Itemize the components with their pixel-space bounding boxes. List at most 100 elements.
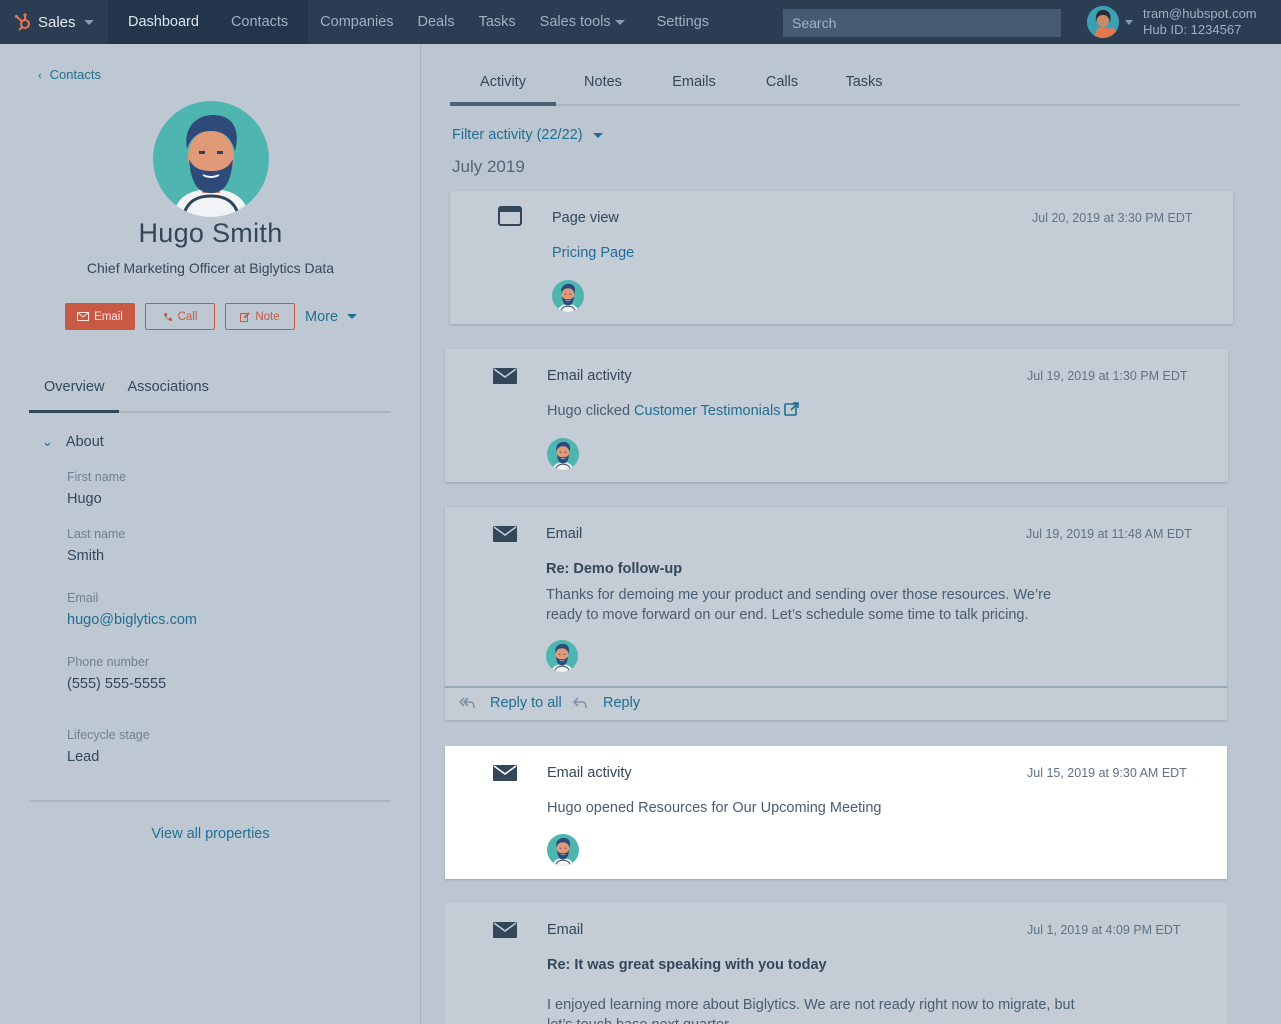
property-first-name: First name Hugo — [67, 470, 126, 507]
activity-timestamp: Jul 15, 2019 at 9:30 AM EDT — [1027, 766, 1187, 780]
property-value: Smith — [67, 548, 105, 564]
contact-job-title: Chief Marketing Officer at Biglytics Dat… — [86, 260, 335, 276]
nav-item-sales-tools[interactable]: Sales tools — [528, 0, 637, 44]
hubspot-logo-icon — [14, 13, 30, 31]
envelope-icon — [493, 922, 517, 938]
property-label: Lifecycle stage — [67, 728, 150, 742]
reply-all-icon — [459, 697, 475, 709]
avatar — [552, 280, 584, 312]
reply-to-all-button[interactable]: Reply to all — [459, 695, 562, 711]
about-section-toggle[interactable]: ⌄ About — [42, 434, 104, 450]
email-body: Thanks for demoing me your product and s… — [546, 585, 1051, 625]
chevron-down-icon — [1125, 19, 1133, 25]
view-all-properties-link[interactable]: View all properties — [0, 826, 421, 842]
back-to-contacts-link[interactable]: ‹ Contacts — [38, 67, 101, 82]
contact-tabs: Overview Associations — [29, 379, 391, 413]
nav-item-companies[interactable]: Companies — [308, 0, 405, 44]
email-body-line: Thanks for demoing me your product and s… — [546, 587, 1052, 603]
property-label: Last name — [67, 527, 126, 541]
contact-actions: Email Call Note More — [65, 303, 358, 330]
nav-items: Dashboard Contacts Companies Deals Tasks… — [108, 0, 721, 44]
activity-type: Page view — [552, 210, 619, 226]
envelope-icon — [493, 765, 517, 781]
activity-type: Email — [547, 922, 584, 938]
activity-timestamp: Jul 1, 2019 at 4:09 PM EDT — [1027, 923, 1181, 937]
tab-notes[interactable]: Notes — [556, 56, 650, 106]
tab-tasks[interactable]: Tasks — [826, 56, 902, 106]
tab-activity[interactable]: Activity — [450, 56, 556, 106]
nav-item-deals[interactable]: Deals — [406, 0, 467, 44]
contact-email-link[interactable]: hugo@biglytics.com — [67, 612, 197, 628]
activity-type: Email activity — [547, 368, 632, 384]
more-label: More — [305, 308, 339, 325]
activity-body: Hugo clicked Customer Testimonials — [547, 401, 800, 421]
contact-name: Hugo Smith — [138, 218, 283, 248]
filter-activity-dropdown[interactable]: Filter activity (22/22) — [452, 127, 603, 143]
nav-item-dashboard[interactable]: Dashboard — [108, 0, 219, 44]
call-button-label: Call — [177, 310, 198, 323]
property-last-name: Last name Smith — [67, 527, 125, 564]
email-body-line: I enjoyed learning more about Biglytics.… — [547, 997, 1075, 1013]
account-info: tram@hubspot.com Hub ID: 1234567 — [1143, 6, 1257, 38]
reply-icon — [573, 697, 587, 709]
activity-timestamp: Jul 19, 2019 at 11:48 AM EDT — [1026, 527, 1192, 541]
contact-avatar-image — [547, 834, 579, 866]
external-link-icon — [784, 402, 800, 416]
activity-tabs: Activity Notes Emails Calls Tasks — [450, 56, 1240, 106]
email-body-line: let’s touch base next quarter. — [547, 1015, 1075, 1024]
more-actions-dropdown[interactable]: More — [305, 308, 358, 325]
call-button[interactable]: Call — [145, 303, 215, 330]
tab-overview[interactable]: Overview — [29, 379, 120, 413]
avatar — [547, 834, 579, 866]
email-button[interactable]: Email — [65, 303, 135, 330]
edit-note-icon — [240, 311, 250, 322]
envelope-icon — [493, 368, 517, 384]
nav-item-tasks[interactable]: Tasks — [467, 0, 528, 44]
reply-label: Reply — [603, 695, 641, 711]
filter-activity-label: Filter activity (22/22) — [452, 127, 583, 143]
note-button-label: Note — [255, 310, 280, 323]
activity-timestamp: Jul 20, 2019 at 3:30 PM EDT — [1032, 211, 1193, 225]
chevron-down-icon — [592, 132, 603, 138]
user-avatar-icon — [1087, 6, 1119, 38]
property-lifecycle-stage: Lifecycle stage Lead — [67, 728, 150, 765]
property-label: Phone number — [67, 655, 150, 669]
nav-item-settings[interactable]: Settings — [637, 0, 721, 44]
account-menu[interactable]: tram@hubspot.com Hub ID: 1234567 — [1087, 6, 1257, 38]
activity-card-email-activity: Email activity Jul 19, 2019 at 1:30 PM E… — [445, 349, 1228, 482]
chevron-down-icon: ⌄ — [42, 434, 53, 449]
tab-calls[interactable]: Calls — [738, 56, 826, 106]
tab-emails[interactable]: Emails — [650, 56, 738, 106]
user-avatar[interactable] — [1087, 6, 1119, 38]
chevron-down-icon — [347, 314, 358, 319]
property-label: Email — [67, 591, 99, 605]
activity-text: Hugo clicked — [547, 403, 635, 419]
activity-type: Email activity — [547, 765, 632, 781]
property-value: Hugo — [67, 491, 102, 507]
brand-menu[interactable]: Sales — [0, 0, 108, 44]
activity-text: Hugo opened Resources for Our Upcoming M… — [547, 800, 882, 816]
customer-testimonials-link[interactable]: Customer Testimonials — [634, 403, 780, 419]
account-email: tram@hubspot.com — [1143, 6, 1257, 21]
tab-associations[interactable]: Associations — [119, 379, 223, 413]
email-subject: Re: Demo follow-up — [546, 561, 683, 577]
avatar — [547, 438, 579, 470]
note-button[interactable]: Note — [225, 303, 295, 330]
browser-window-icon — [498, 206, 522, 226]
contact-sidebar: ‹ Contacts Hugo Smith Chief Marketing Off… — [0, 44, 421, 1024]
activity-body: Pricing Page — [552, 243, 634, 263]
search-input[interactable] — [783, 9, 1061, 37]
envelope-icon — [77, 312, 90, 321]
chevron-down-icon — [614, 19, 625, 25]
activity-card-email-activity-highlighted: Email activity Jul 15, 2019 at 9:30 AM E… — [445, 746, 1227, 879]
email-button-label: Email — [94, 310, 123, 323]
contact-avatar-image — [552, 280, 584, 312]
nav-item-contacts[interactable]: Contacts — [218, 0, 309, 44]
chevron-down-icon — [83, 19, 94, 25]
pricing-page-link[interactable]: Pricing Page — [552, 245, 634, 261]
reply-to-all-label: Reply to all — [490, 695, 562, 711]
reply-button[interactable]: Reply — [573, 695, 640, 711]
property-phone-number: Phone number (555) 555-5555 — [67, 655, 166, 692]
property-label: First name — [67, 470, 127, 484]
nav-item-sales-tools-label: Sales tools — [539, 14, 611, 30]
